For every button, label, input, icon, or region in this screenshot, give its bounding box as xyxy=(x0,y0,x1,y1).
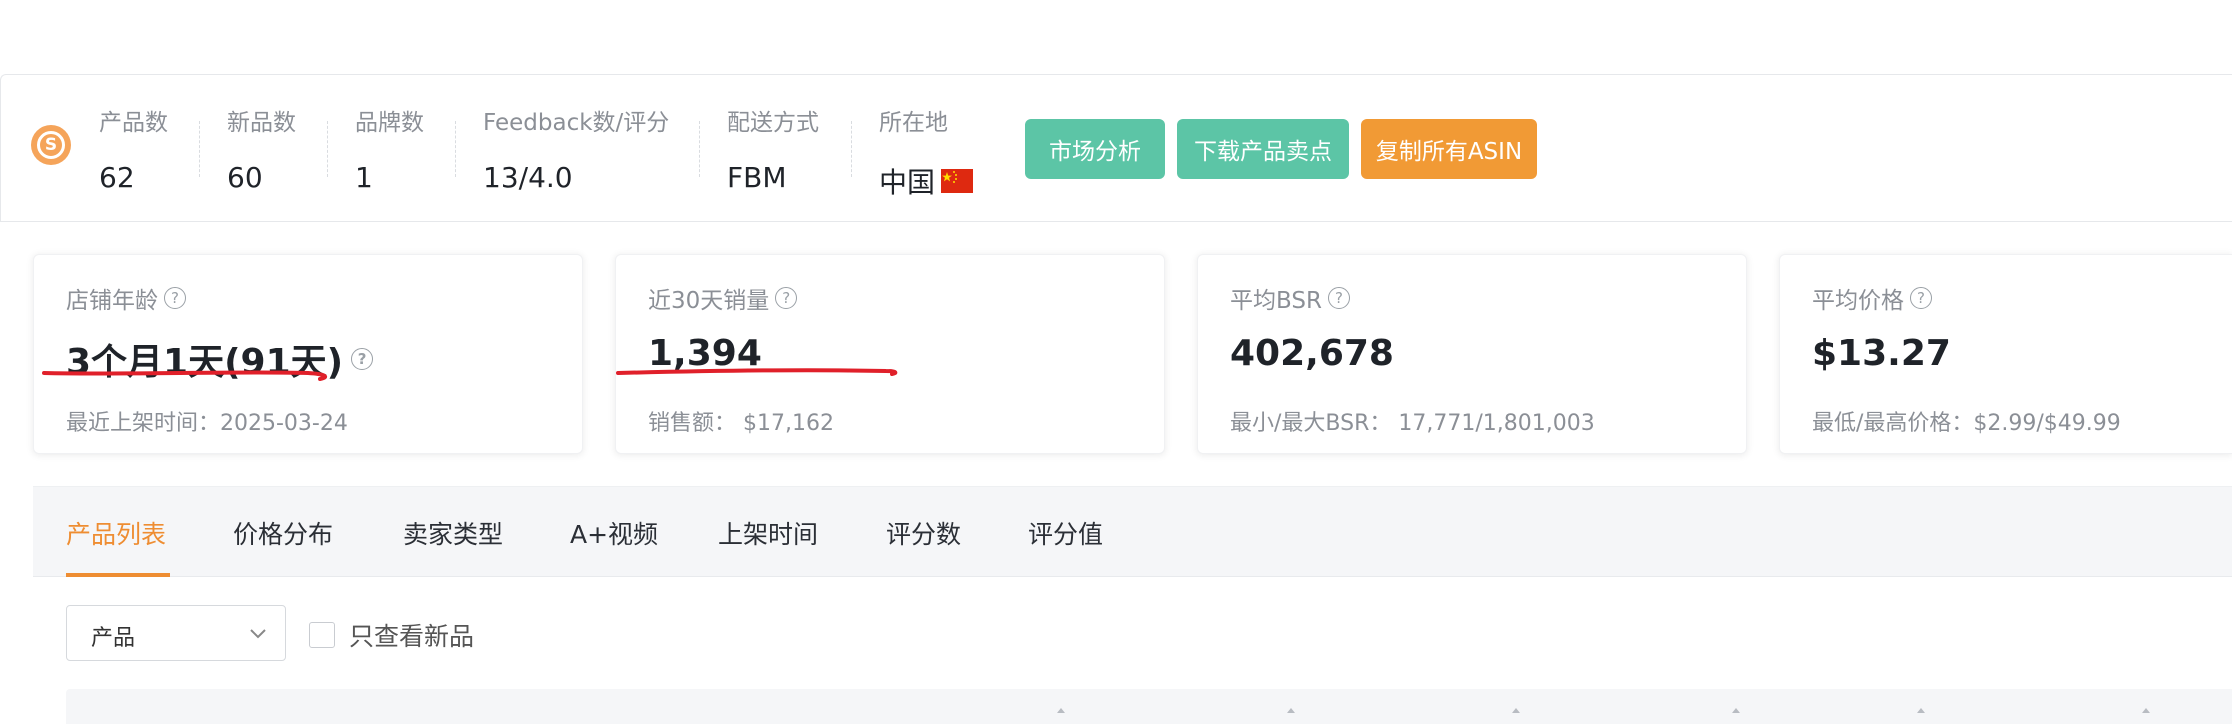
sort-icon[interactable] xyxy=(1056,707,1066,717)
china-flag-icon xyxy=(941,169,974,193)
sort-icon[interactable] xyxy=(1916,707,1926,717)
tab-price-distribution[interactable]: 价格分布 xyxy=(233,515,333,551)
help-icon[interactable]: ? xyxy=(1327,287,1350,309)
metric-card-30day-sales: 近30天销量 ? 1,394 销售额： $17,162 xyxy=(615,254,1165,454)
stat-value: FBM xyxy=(727,161,787,194)
store-info-bar: S 产品数 62 新品数 60 品牌数 1 Feedback数/评分 13/4.… xyxy=(0,74,2232,222)
product-table-header xyxy=(66,689,2232,724)
metric-sub: 最低/最高价格：$2.99/$49.99 xyxy=(1812,411,2121,436)
divider xyxy=(699,121,700,177)
metric-label-row: 平均BSR ? xyxy=(1230,281,1350,315)
metric-card-store-age: 店铺年龄 ? 3个月1天(91天) ? 最近上架时间：2025-03-24 xyxy=(33,254,583,454)
stat-value: 中国 xyxy=(879,166,936,199)
active-tab-indicator xyxy=(66,573,170,577)
sort-icon[interactable] xyxy=(1511,707,1521,717)
metric-value: 402,678 xyxy=(1230,333,1394,374)
search-type-select[interactable]: 产品 xyxy=(66,605,286,661)
stat-shipping-method: 配送方式 FBM xyxy=(727,103,819,194)
stat-value: 13/4.0 xyxy=(483,161,573,194)
divider xyxy=(199,121,200,177)
divider xyxy=(327,121,328,177)
sort-icon[interactable] xyxy=(1731,707,1741,717)
store-logo-icon: S xyxy=(31,125,71,165)
help-icon[interactable]: ? xyxy=(164,287,186,309)
metric-sub: 销售额： $17,162 xyxy=(648,411,834,436)
metric-label: 店铺年龄 xyxy=(66,288,158,314)
new-products-only-toggle[interactable]: 只查看新品 xyxy=(309,617,474,653)
analysis-panel: 产品列表 价格分布 卖家类型 A+视频 上架时间 评分数 评分值 产品 只查看新… xyxy=(33,486,2232,724)
metric-sub: 最近上架时间：2025-03-24 xyxy=(66,411,348,436)
tab-rating-value[interactable]: 评分值 xyxy=(1028,515,1103,551)
stat-label: 产品数 xyxy=(99,110,168,136)
stat-product-count: 产品数 62 xyxy=(99,103,168,194)
stat-brand-count: 品牌数 1 xyxy=(355,103,424,194)
metric-label-row: 平均价格 ? xyxy=(1812,281,1932,315)
sort-icon[interactable] xyxy=(1286,707,1296,717)
metric-card-average-price: 平均价格 ? $13.27 最低/最高价格：$2.99/$49.99 xyxy=(1779,254,2232,454)
stat-label: Feedback数/评分 xyxy=(483,110,670,136)
stat-new-product-count: 新品数 60 xyxy=(227,103,296,194)
metric-label: 近30天销量 xyxy=(648,288,770,314)
stat-value: 62 xyxy=(99,161,135,194)
sort-icon[interactable] xyxy=(2141,707,2151,717)
help-icon[interactable]: ? xyxy=(351,348,374,370)
metric-value: 3个月1天(91天) xyxy=(66,342,344,383)
metric-value: 1,394 xyxy=(648,333,762,374)
stat-label: 品牌数 xyxy=(355,110,424,136)
metric-value: $13.27 xyxy=(1812,333,1951,374)
metric-sub: 最小/最大BSR： 17,771/1,801,003 xyxy=(1230,411,1595,436)
copy-all-asin-button[interactable]: 复制所有ASIN xyxy=(1361,119,1537,179)
tab-aplus-video[interactable]: A+视频 xyxy=(570,515,658,551)
stat-location-value: 中国 xyxy=(879,161,974,201)
metric-label-row: 近30天销量 ? xyxy=(648,281,798,315)
chevron-down-icon xyxy=(250,629,266,639)
stat-value: 1 xyxy=(355,161,373,194)
stat-value: 60 xyxy=(227,161,263,194)
tab-seller-type[interactable]: 卖家类型 xyxy=(403,515,503,551)
divider xyxy=(851,121,852,177)
tab-product-list[interactable]: 产品列表 xyxy=(66,515,166,551)
tab-listing-time[interactable]: 上架时间 xyxy=(718,515,818,551)
tab-bar: 产品列表 价格分布 卖家类型 A+视频 上架时间 评分数 评分值 xyxy=(33,487,2232,577)
tab-rating-count[interactable]: 评分数 xyxy=(886,515,961,551)
checkbox-label: 只查看新品 xyxy=(349,622,475,651)
help-icon[interactable]: ? xyxy=(1910,287,1932,309)
metric-label: 平均BSR xyxy=(1230,288,1322,314)
stat-label: 新品数 xyxy=(227,110,296,136)
divider xyxy=(455,121,456,177)
download-selling-points-button[interactable]: 下载产品卖点 xyxy=(1177,119,1349,179)
select-value: 产品 xyxy=(91,626,136,651)
stat-label: 配送方式 xyxy=(727,110,819,136)
market-analysis-button[interactable]: 市场分析 xyxy=(1025,119,1165,179)
stat-label: 所在地 xyxy=(879,110,948,136)
metric-label-row: 店铺年龄 ? xyxy=(66,281,186,315)
store-logo-letter: S xyxy=(37,131,65,159)
metric-label: 平均价格 xyxy=(1812,288,1904,314)
help-icon[interactable]: ? xyxy=(775,287,798,309)
stat-location: 所在地 中国 xyxy=(879,103,974,201)
new-products-only-checkbox[interactable] xyxy=(309,622,335,648)
metric-value-row: 3个月1天(91天) ? xyxy=(66,333,374,385)
stat-feedback: Feedback数/评分 13/4.0 xyxy=(483,103,669,194)
metric-card-average-bsr: 平均BSR ? 402,678 最小/最大BSR： 17,771/1,801,0… xyxy=(1197,254,1747,454)
